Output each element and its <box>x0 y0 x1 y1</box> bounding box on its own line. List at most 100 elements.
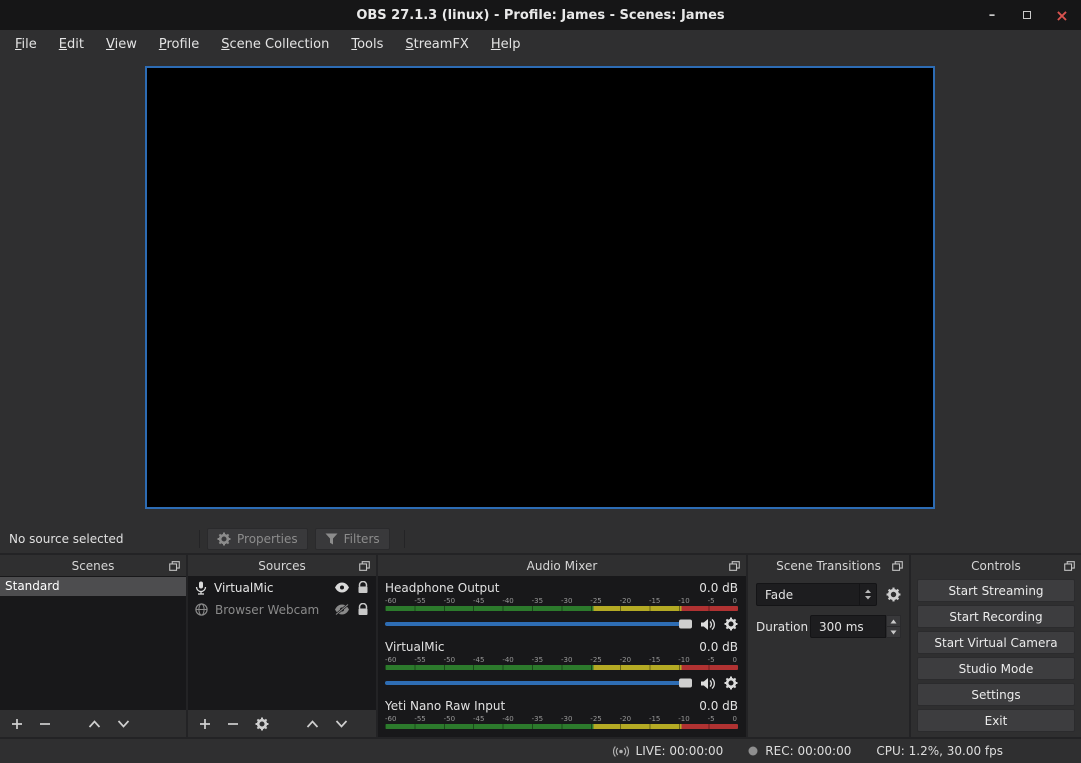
menu-edit[interactable]: Edit <box>49 33 94 56</box>
scene-transitions-header[interactable]: Scene Transitions <box>748 555 909 576</box>
scene-transitions-title: Scene Transitions <box>776 559 881 573</box>
menu-streamfx[interactable]: StreamFX <box>395 33 478 56</box>
sources-toolbar <box>188 710 376 737</box>
gear-icon[interactable] <box>724 617 738 631</box>
meter-scale: -60-55-50-45-40-35-30-25-20-15-10-50 <box>385 656 738 665</box>
audio-mixer-header[interactable]: Audio Mixer <box>378 555 746 576</box>
menu-scene-collection[interactable]: Scene Collection <box>211 33 339 56</box>
minimize-button[interactable]: – <box>985 8 999 22</box>
add-source-button[interactable] <box>199 718 211 730</box>
properties-button-label: Properties <box>237 532 298 546</box>
sources-panel-header[interactable]: Sources <box>188 555 376 576</box>
window-controls: – × <box>985 0 1069 30</box>
mixer-channel-yeti-nano: Yeti Nano Raw Input 0.0 dB -60-55-50-45-… <box>385 699 738 729</box>
scenes-panel: Scenes Standard <box>0 555 186 737</box>
volume-slider[interactable] <box>385 681 691 685</box>
cpu-fps-text: CPU: 1.2%, 30.00 fps <box>876 744 1003 758</box>
gear-icon <box>217 532 231 546</box>
channel-name: Yeti Nano Raw Input <box>385 699 505 713</box>
source-label: Browser Webcam <box>215 603 327 617</box>
sources-panel: Sources VirtualMic <box>188 555 376 737</box>
transition-selected-value: Fade <box>765 588 793 602</box>
menu-file[interactable]: File <box>5 33 47 56</box>
live-time: LIVE: 00:00:00 <box>636 744 724 758</box>
preview-canvas[interactable] <box>145 66 935 509</box>
visibility-eye-slash-icon[interactable] <box>334 604 350 615</box>
volume-slider[interactable] <box>385 622 691 626</box>
duration-stepper <box>886 615 901 638</box>
start-virtual-camera-button[interactable]: Start Virtual Camera <box>917 631 1075 654</box>
controls-header[interactable]: Controls <box>911 555 1081 576</box>
speaker-icon[interactable] <box>700 677 715 690</box>
menu-help[interactable]: Help <box>481 33 531 56</box>
source-down-button[interactable] <box>335 720 348 728</box>
cpu-fps-status: CPU: 1.2%, 30.00 fps <box>876 744 1003 758</box>
remove-scene-button[interactable] <box>39 718 51 730</box>
studio-mode-button[interactable]: Studio Mode <box>917 657 1075 680</box>
duration-value: 300 ms <box>819 620 864 634</box>
channel-level: 0.0 dB <box>699 699 738 713</box>
scene-down-button[interactable] <box>117 720 130 728</box>
maximize-button[interactable] <box>1020 8 1034 22</box>
filters-button-label: Filters <box>344 532 380 546</box>
source-item-virtualmic[interactable]: VirtualMic <box>188 577 376 598</box>
visibility-eye-icon[interactable] <box>334 582 350 593</box>
controls-body: Start Streaming Start Recording Start Vi… <box>911 576 1081 737</box>
combo-arrows-icon <box>859 584 876 605</box>
start-recording-button[interactable]: Start Recording <box>917 605 1075 628</box>
exit-button[interactable]: Exit <box>917 709 1075 732</box>
record-dot-icon <box>748 746 758 756</box>
speaker-icon[interactable] <box>700 618 715 631</box>
duration-decrease-button[interactable] <box>886 627 901 638</box>
volume-meter <box>385 724 738 729</box>
scene-item-standard[interactable]: Standard <box>0 577 186 596</box>
titlebar[interactable]: OBS 27.1.3 (linux) - Profile: James - Sc… <box>0 0 1081 30</box>
duration-label: Duration <box>756 620 810 634</box>
toolbar-separator <box>199 530 200 548</box>
source-status-label: No source selected <box>0 532 192 546</box>
properties-button[interactable]: Properties <box>207 528 308 550</box>
close-button[interactable]: × <box>1055 8 1069 22</box>
add-scene-button[interactable] <box>11 718 23 730</box>
menu-view[interactable]: View <box>96 33 147 56</box>
meter-scale: -60-55-50-45-40-35-30-25-20-15-10-50 <box>385 715 738 724</box>
lock-icon[interactable] <box>357 603 369 616</box>
duration-increase-button[interactable] <box>886 615 901 627</box>
sources-list: VirtualMic Browser Webcam <box>188 576 376 710</box>
popout-icon[interactable] <box>169 561 180 571</box>
popout-icon[interactable] <box>359 561 370 571</box>
source-up-button[interactable] <box>306 720 319 728</box>
volume-meter <box>385 665 738 670</box>
mixer-channel-headphone-output: Headphone Output 0.0 dB -60-55-50-45-40-… <box>385 581 738 633</box>
scenes-toolbar <box>0 710 186 737</box>
volume-slider-handle[interactable] <box>679 679 692 688</box>
maximize-icon <box>1023 11 1031 19</box>
audio-mixer-list: Headphone Output 0.0 dB -60-55-50-45-40-… <box>378 576 746 737</box>
source-properties-gear-button[interactable] <box>255 717 269 731</box>
volume-slider-handle[interactable] <box>679 620 692 629</box>
dock-area: Scenes Standard Sources <box>0 553 1081 737</box>
menu-profile[interactable]: Profile <box>149 33 209 56</box>
rec-time: REC: 00:00:00 <box>765 744 851 758</box>
filters-button[interactable]: Filters <box>315 528 390 550</box>
transition-select[interactable]: Fade <box>756 583 877 606</box>
duration-input[interactable]: 300 ms <box>810 615 886 638</box>
gear-icon[interactable] <box>724 676 738 690</box>
remove-source-button[interactable] <box>227 718 239 730</box>
popout-icon[interactable] <box>729 561 740 571</box>
source-item-browser-webcam[interactable]: Browser Webcam <box>188 599 376 620</box>
meter-scale: -60-55-50-45-40-35-30-25-20-15-10-50 <box>385 597 738 606</box>
settings-button[interactable]: Settings <box>917 683 1075 706</box>
scenes-panel-header[interactable]: Scenes <box>0 555 186 576</box>
filter-icon <box>325 533 338 545</box>
scene-up-button[interactable] <box>88 720 101 728</box>
popout-icon[interactable] <box>892 561 903 571</box>
menu-tools[interactable]: Tools <box>341 33 393 56</box>
broadcast-icon <box>613 746 629 757</box>
scene-transitions-body: Fade Duration 300 ms <box>748 576 909 737</box>
start-streaming-button[interactable]: Start Streaming <box>917 579 1075 602</box>
popout-icon[interactable] <box>1064 561 1075 571</box>
globe-icon <box>195 603 208 616</box>
transition-properties-button[interactable] <box>886 587 901 602</box>
lock-icon[interactable] <box>357 581 369 594</box>
